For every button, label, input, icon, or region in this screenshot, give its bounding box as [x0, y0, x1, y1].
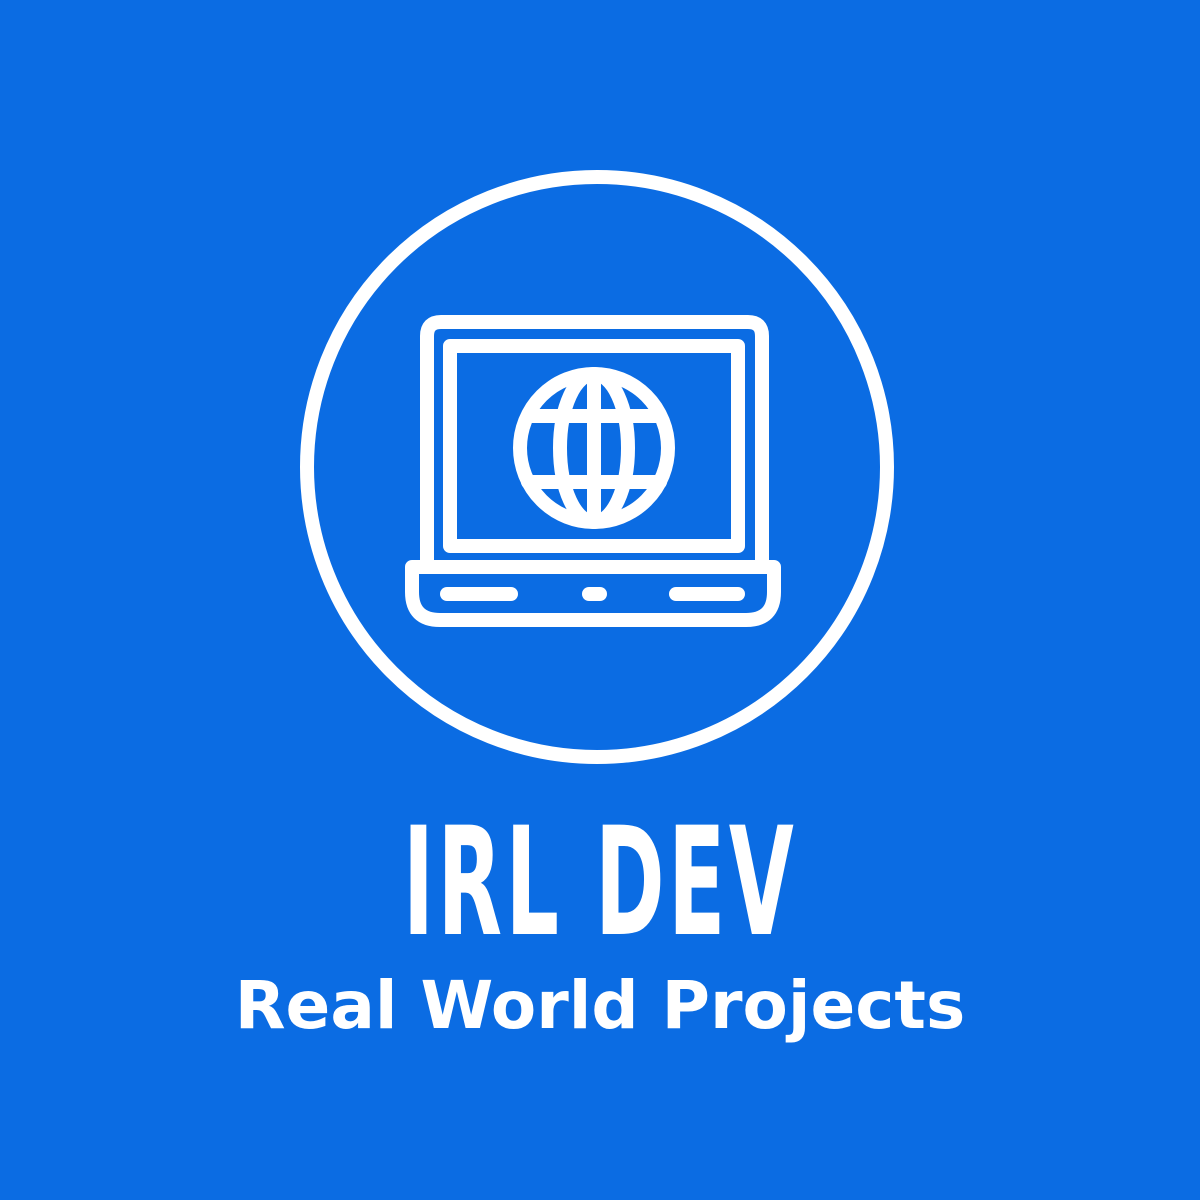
logo-title: IRL DEV [402, 796, 798, 970]
globe-icon [513, 367, 675, 529]
logo-tagline: Real World Projects [234, 967, 966, 1044]
